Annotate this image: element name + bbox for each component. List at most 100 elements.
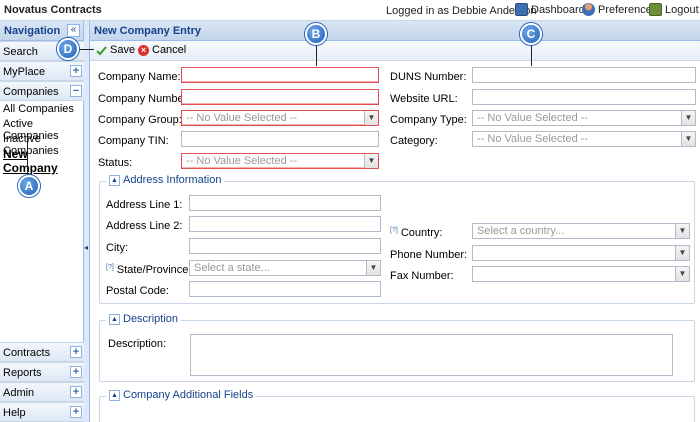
company-number-label: Company Number: (98, 93, 191, 105)
company-type-value: -- No Value Selected -- (477, 112, 589, 124)
company-tin-input[interactable] (181, 131, 379, 147)
logout-label: Logout (665, 3, 699, 16)
chevron-down-icon[interactable]: ▼ (675, 246, 689, 260)
nav-admin-label: Admin (3, 387, 35, 399)
company-type-select[interactable]: -- No Value Selected -- ▼ (472, 110, 696, 126)
nav-companies[interactable]: Companies − (0, 81, 84, 101)
chevron-down-icon[interactable]: ▼ (681, 132, 695, 146)
company-tin-label: Company TIN: (98, 135, 169, 147)
address-line1-input[interactable] (189, 195, 381, 211)
preferences-icon (582, 3, 595, 16)
state-label-text: State/Province: (116, 264, 192, 276)
website-label: Website URL: (390, 93, 458, 105)
nav-myplace-label: MyPlace (3, 66, 46, 78)
dashboard-label: Dashboard (531, 3, 585, 16)
nav-reports-label: Reports (3, 367, 42, 379)
chevron-down-icon[interactable]: ▼ (364, 154, 378, 168)
nav-contracts-label: Contracts (3, 347, 51, 359)
state-select[interactable]: Select a state... ▼ (189, 260, 381, 276)
status-label: Status: (98, 157, 133, 169)
cancel-label: Cancel (152, 44, 187, 56)
additional-legend[interactable]: ▲ Company Additional Fields (106, 389, 257, 401)
country-select[interactable]: Select a country... ▼ (472, 223, 690, 239)
expand-admin-icon[interactable]: + (70, 386, 82, 398)
logout-link[interactable]: Logout (649, 3, 699, 16)
duns-label: DUNS Number: (390, 71, 467, 83)
country-label-text: Country: (400, 227, 443, 239)
address-line1-label: Address Line 1: (106, 199, 183, 211)
expand-contracts-icon[interactable]: + (70, 346, 82, 358)
nav-reports[interactable]: Reports + (0, 362, 84, 382)
company-group-select[interactable]: -- No Value Selected -- ▼ (181, 110, 379, 126)
checkmark-icon (96, 45, 107, 55)
collapse-arrow-icon[interactable]: ▲ (109, 389, 120, 401)
phone-select[interactable]: ▼ (472, 245, 690, 261)
description-textarea[interactable] (190, 334, 673, 376)
description-legend-label: Description (123, 313, 179, 325)
nav-myplace[interactable]: MyPlace + (0, 61, 84, 81)
callout-d: D (57, 38, 79, 60)
collapse-arrow-icon[interactable]: ▲ (109, 313, 120, 325)
main-header: New Company Entry (90, 21, 700, 41)
company-name-label: Company Name: (98, 71, 181, 83)
city-label: City: (106, 242, 128, 254)
website-input[interactable] (472, 89, 696, 105)
category-value: -- No Value Selected -- (477, 133, 589, 145)
category-select[interactable]: -- No Value Selected -- ▼ (472, 131, 696, 147)
required-marker: [?] (106, 264, 114, 271)
nav-admin[interactable]: Admin + (0, 382, 84, 402)
callout-a-leader (27, 137, 28, 177)
country-label-wrap: [?] Country: (390, 227, 442, 239)
fax-label: Fax Number: (390, 270, 454, 282)
duns-input[interactable] (472, 67, 696, 83)
navigation-title: Navigation (4, 25, 61, 37)
nav-contracts[interactable]: Contracts + (0, 342, 84, 362)
city-input[interactable] (189, 238, 381, 254)
phone-label: Phone Number: (390, 249, 468, 261)
callout-b: B (305, 23, 327, 45)
expand-myplace-icon[interactable]: + (70, 65, 82, 77)
collapse-nav-button[interactable]: « (67, 24, 80, 37)
logout-icon (649, 3, 662, 16)
cancel-button[interactable]: × Cancel (138, 44, 186, 56)
expand-reports-icon[interactable]: + (70, 366, 82, 378)
company-number-input[interactable] (181, 89, 379, 105)
chevron-down-icon[interactable]: ▼ (681, 111, 695, 125)
state-label: [?] State/Province: (106, 264, 191, 276)
nav-search-label: Search (3, 46, 38, 58)
address-legend-label: Address Information (123, 174, 222, 186)
description-label: Description: (108, 338, 167, 350)
chevron-down-icon[interactable]: ▼ (366, 261, 380, 275)
chevron-down-icon[interactable]: ▼ (675, 267, 689, 281)
address-legend[interactable]: ▲ Address Information (106, 174, 225, 186)
user-info: Logged in as Debbie Anderson (386, 5, 537, 17)
chevron-down-icon[interactable]: ▼ (675, 224, 689, 238)
description-legend[interactable]: ▲ Description (106, 313, 182, 325)
nav-companies-label: Companies (3, 86, 59, 98)
callout-c-leader (531, 44, 532, 66)
nav-help[interactable]: Help + (0, 402, 84, 422)
state-value: Select a state... (194, 262, 270, 274)
expand-help-icon[interactable]: + (70, 406, 82, 418)
nav-new-company[interactable]: New Company (3, 147, 83, 175)
collapse-arrow-icon[interactable]: ▲ (109, 174, 120, 186)
nav-all-companies[interactable]: All Companies (3, 103, 74, 115)
additional-legend-label: Company Additional Fields (123, 389, 254, 401)
status-select[interactable]: -- No Value Selected -- ▼ (181, 153, 379, 169)
page-title: New Company Entry (94, 25, 201, 37)
app-title: Novatus Contracts (4, 4, 102, 16)
address-line2-input[interactable] (189, 216, 381, 232)
address-line2-label: Address Line 2: (106, 220, 183, 232)
fax-select[interactable]: ▼ (472, 266, 690, 282)
status-value: -- No Value Selected -- (186, 155, 298, 167)
dashboard-link[interactable]: Dashboard (515, 3, 585, 16)
postal-code-input[interactable] (189, 281, 381, 297)
cancel-icon: × (138, 44, 149, 56)
callout-d-leader (78, 49, 94, 50)
company-name-input[interactable] (181, 67, 379, 83)
preferences-link[interactable]: Preferences (582, 3, 657, 16)
chevron-down-icon[interactable]: ▼ (364, 111, 378, 125)
collapse-companies-icon[interactable]: − (70, 85, 82, 97)
save-button[interactable]: Save (96, 44, 135, 56)
callout-a: A (18, 175, 40, 197)
